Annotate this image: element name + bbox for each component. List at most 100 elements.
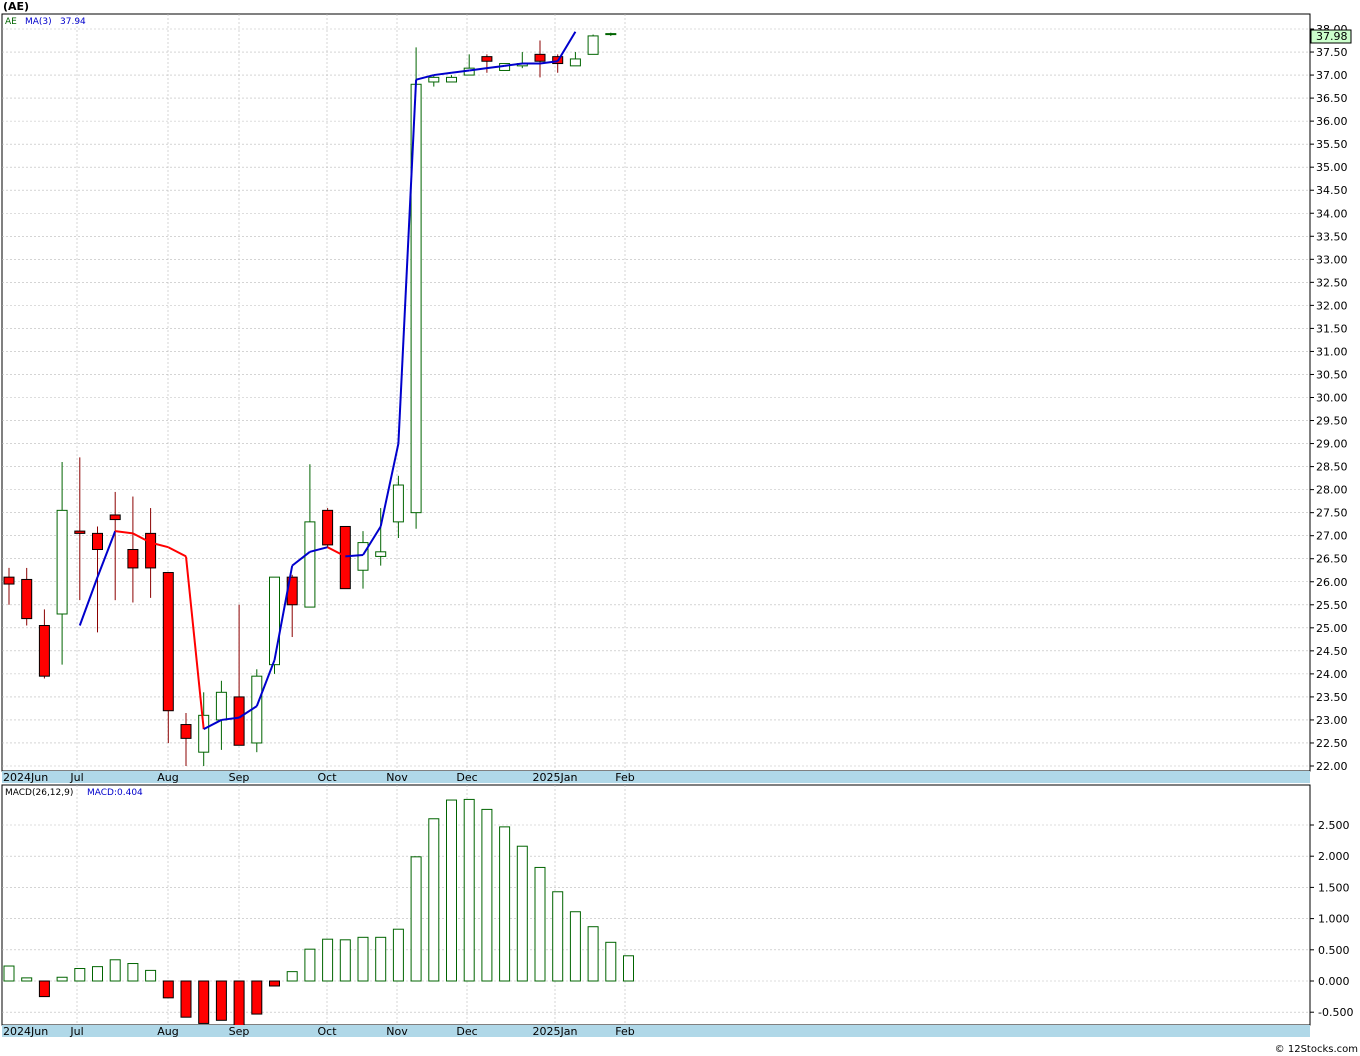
- macd-bar-negative: [38, 980, 50, 998]
- candle-down: [233, 696, 245, 746]
- price-y-tick-label: 32.00: [1316, 299, 1348, 312]
- macd-bar-positive: [516, 845, 528, 982]
- macd-bar-positive: [56, 976, 68, 982]
- macd-x-label: 2025Jan: [533, 1025, 578, 1038]
- macd-legend-value: MACD:0.404: [87, 788, 143, 798]
- ma-segment: [345, 554, 364, 558]
- price-y-tick-label: 37.00: [1316, 69, 1348, 82]
- candle-down: [339, 525, 351, 590]
- macd-bar-positive: [623, 955, 634, 982]
- macd-x-label: Oct: [317, 1025, 337, 1038]
- candle-down: [127, 549, 139, 569]
- price-x-label: Aug: [157, 771, 178, 784]
- macd-bar-positive: [109, 959, 121, 982]
- price-y-tick-label: 28.00: [1316, 484, 1348, 497]
- price-y-tick-label: 29.00: [1316, 438, 1348, 451]
- macd-y-tick-label: -0.500: [1318, 1006, 1353, 1019]
- candle-down: [162, 572, 174, 712]
- price-y-tick-label: 35.00: [1316, 161, 1348, 174]
- candle-up: [375, 551, 387, 557]
- price-x-label: 2025Jan: [533, 771, 578, 784]
- price-x-label: Nov: [386, 771, 408, 784]
- price-y-tick-label: 26.50: [1316, 553, 1348, 566]
- price-y-tick-label: 22.50: [1316, 737, 1348, 750]
- price-y-tick-label: 33.50: [1316, 230, 1348, 243]
- price-y-tick-label: 24.00: [1316, 668, 1348, 681]
- price-y-tick-label: 27.50: [1316, 507, 1348, 520]
- macd-bar-positive: [446, 799, 457, 982]
- candle-up: [605, 33, 617, 36]
- macd-bar-positive: [286, 971, 298, 982]
- ticker-title: (AE): [3, 0, 29, 13]
- candle-down: [74, 530, 86, 534]
- macd-y-tick-label: 0.000: [1318, 975, 1350, 988]
- candle-up: [446, 76, 457, 83]
- price-x-label: 2024Jun: [3, 771, 48, 784]
- macd-bar-positive: [481, 808, 493, 982]
- price-y-tick-label: 35.50: [1316, 138, 1348, 151]
- macd-x-axis: 2024Jun Jul Aug Sep Oct Nov Dec 2025Jan Feb: [2, 1025, 1310, 1038]
- macd-bar-positive: [587, 926, 599, 982]
- legend-ma-value: 37.94: [60, 17, 86, 27]
- price-y-tick-label: 32.50: [1316, 276, 1348, 289]
- macd-bar-negative: [162, 980, 174, 999]
- price-y-tick-label: 33.00: [1316, 253, 1348, 266]
- macd-x-label: Dec: [456, 1025, 477, 1038]
- candle-up: [56, 509, 68, 615]
- candle-down: [92, 532, 103, 551]
- macd-bar-negative: [269, 980, 280, 987]
- price-y-tick-label: 27.00: [1316, 530, 1348, 543]
- candle-down: [38, 625, 50, 677]
- macd-bar-positive: [339, 939, 351, 982]
- price-panel: 22.00 22.50 23.00 23.50 24.00 24.50 25.00 25.50…: [1, 0, 1352, 773]
- price-y-tick-label: 26.00: [1316, 576, 1348, 589]
- price-y-tick-label: 37.50: [1316, 46, 1348, 59]
- candle-down: [534, 53, 546, 62]
- legend-symbol: AE: [5, 17, 17, 27]
- price-y-tick-label: 25.00: [1316, 622, 1348, 635]
- macd-bar-positive: [92, 966, 103, 982]
- macd-bar-negative: [233, 980, 245, 1027]
- macd-y-tick-label: 2.500: [1318, 819, 1350, 832]
- candle-down: [322, 509, 334, 546]
- candle-down: [109, 514, 121, 521]
- candle-down: [180, 724, 192, 739]
- price-y-tick-label: 30.50: [1316, 368, 1348, 381]
- macd-bar-positive: [322, 938, 334, 982]
- macd-bar-positive: [3, 965, 15, 982]
- macd-bar-positive: [357, 936, 369, 982]
- price-x-axis-strip: [2, 771, 1310, 783]
- candle-down: [145, 532, 157, 569]
- price-y-tick-label: 31.00: [1316, 345, 1348, 358]
- last-price-badge-label: 37.98: [1316, 30, 1348, 43]
- macd-x-label: Jul: [69, 1025, 83, 1038]
- candle-down: [21, 578, 33, 620]
- macd-y-tick-label: 1.000: [1318, 913, 1350, 926]
- macd-bar-negative: [215, 980, 227, 1021]
- macd-bar-negative: [180, 980, 192, 1018]
- price-y-tick-label: 34.50: [1316, 184, 1348, 197]
- price-x-axis: 2024Jun Jul Aug Sep Oct Nov Dec 2025Jan Feb: [2, 771, 1310, 784]
- price-x-label: Feb: [615, 771, 634, 784]
- macd-bar-positive: [552, 891, 564, 982]
- candle-down: [481, 56, 493, 62]
- candle-up: [428, 76, 440, 83]
- macd-x-label: 2024Jun: [3, 1025, 48, 1038]
- macd-bar-positive: [74, 968, 86, 982]
- macd-y-tick-label: 1.500: [1318, 881, 1350, 894]
- macd-x-label: Aug: [157, 1025, 178, 1038]
- macd-bar-positive: [569, 911, 581, 982]
- macd-bar-positive: [304, 948, 316, 982]
- candle-up: [304, 521, 316, 608]
- price-y-tick-label: 25.50: [1316, 599, 1348, 612]
- macd-bar-positive: [463, 798, 475, 982]
- price-panel-frame: [1, 13, 1311, 772]
- price-y-tick-label: 23.50: [1316, 691, 1348, 704]
- price-y-tick-label: 31.50: [1316, 322, 1348, 335]
- price-y-tick-label: 23.00: [1316, 714, 1348, 727]
- macd-bar-negative: [251, 980, 263, 1015]
- candle-up: [587, 35, 599, 55]
- candle-up: [392, 484, 404, 523]
- macd-bar-negative: [198, 980, 210, 1024]
- macd-x-label: Nov: [386, 1025, 408, 1038]
